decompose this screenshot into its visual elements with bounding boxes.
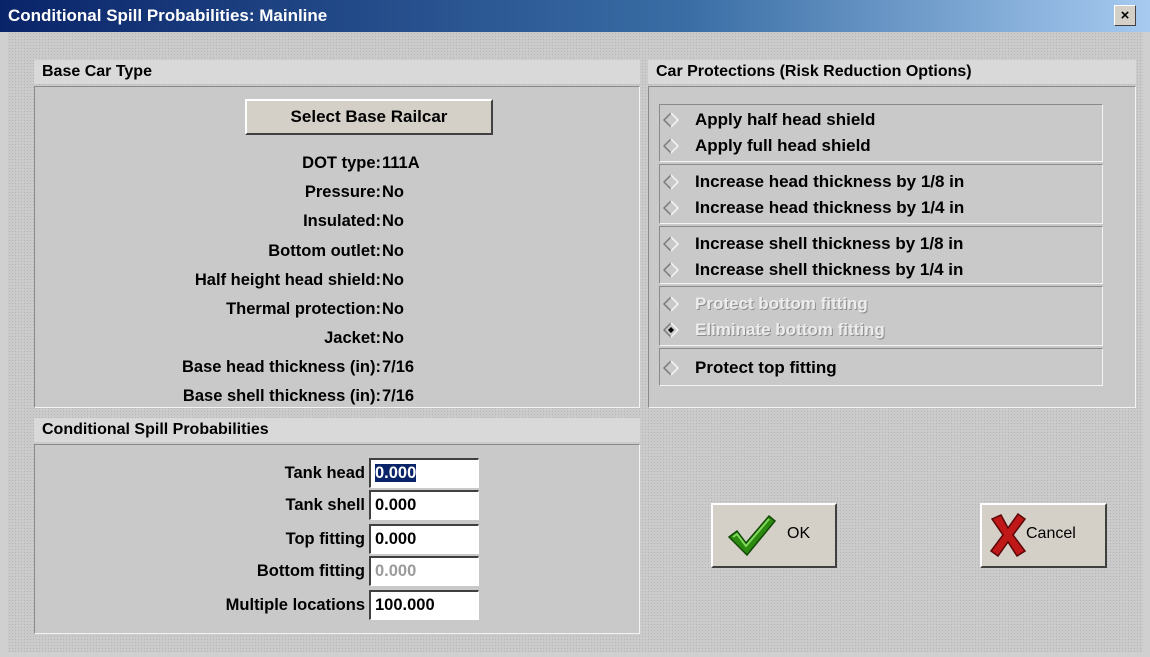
probability-label: Multiple locations bbox=[225, 596, 365, 614]
protection-option-label: Increase head thickness by 1/8 in bbox=[695, 172, 965, 191]
probabilities-header-label: Conditional Spill Probabilities bbox=[42, 421, 269, 438]
close-icon: × bbox=[1120, 7, 1130, 24]
property-value: No bbox=[382, 183, 404, 201]
protections-header: Car Protections (Risk Reduction Options) bbox=[648, 60, 1136, 84]
cancel-button[interactable]: Cancel bbox=[980, 503, 1107, 568]
property-label: Pressure: bbox=[304, 183, 381, 201]
protection-option-label: Protect bottom fitting bbox=[695, 294, 868, 313]
title-bar: Conditional Spill Probabilities: Mainlin… bbox=[0, 0, 1150, 32]
ok-label: OK bbox=[787, 525, 811, 542]
property-row: Base head thickness (in): 7/16 bbox=[35, 353, 435, 382]
probabilities-header: Conditional Spill Probabilities bbox=[34, 418, 640, 442]
protections-header-label: Car Protections (Risk Reduction Options) bbox=[656, 63, 972, 80]
property-row: Half height head shield: No bbox=[35, 266, 435, 295]
check-icon bbox=[727, 514, 777, 557]
base-car-header-label: Base Car Type bbox=[42, 63, 152, 80]
probability-value: 0.000 bbox=[375, 562, 417, 580]
probability-row: Bottom fitting bbox=[35, 555, 365, 587]
property-row: Thermal protection: No bbox=[35, 295, 435, 324]
property-value: No bbox=[382, 329, 404, 347]
probability-label: Top fitting bbox=[285, 530, 365, 548]
property-row: Bottom outlet: No bbox=[35, 237, 435, 266]
probability-row: Tank shell bbox=[35, 489, 365, 521]
property-row: Pressure: No bbox=[35, 178, 435, 207]
probability-value: 0.000 bbox=[375, 530, 417, 548]
probability-field[interactable]: 0.000 bbox=[369, 490, 479, 520]
probability-field[interactable]: 0.000 bbox=[369, 458, 479, 488]
probability-value: 100.000 bbox=[375, 596, 435, 614]
protection-option-label: Eliminate bottom fitting bbox=[695, 320, 885, 339]
probability-field[interactable]: 0.000 bbox=[369, 524, 479, 554]
property-value: No bbox=[382, 212, 404, 230]
diamond-radio-icon bbox=[663, 322, 679, 338]
diamond-radio-icon bbox=[663, 262, 679, 278]
close-button[interactable]: × bbox=[1114, 5, 1136, 26]
property-row: Jacket: No bbox=[35, 324, 435, 353]
property-label: Insulated: bbox=[303, 212, 381, 230]
property-label: DOT type: bbox=[302, 154, 381, 172]
property-label: Base shell thickness (in): bbox=[182, 387, 381, 405]
probability-value: 0.000 bbox=[375, 464, 417, 482]
property-label: Jacket: bbox=[324, 329, 381, 347]
select-base-railcar-button[interactable]: Select Base Railcar bbox=[245, 99, 493, 135]
ok-button[interactable]: OK bbox=[711, 503, 837, 568]
protection-option-label: Increase shell thickness by 1/8 in bbox=[695, 234, 964, 253]
diamond-radio-icon bbox=[663, 138, 679, 154]
protection-option-label: Increase shell thickness by 1/4 in bbox=[695, 260, 964, 279]
window-title: Conditional Spill Probabilities: Mainlin… bbox=[8, 6, 328, 25]
probabilities-panel: Tank head 0.000 Tank shell 0.000 Top fitting… bbox=[34, 444, 640, 634]
diamond-radio-icon bbox=[663, 174, 679, 190]
probability-value: 0.000 bbox=[375, 496, 417, 514]
probability-field: 0.000 bbox=[369, 556, 479, 586]
dialog-window: Base Car Type Select Base Railcar DOT ty… bbox=[8, 32, 1143, 652]
property-value: 7/16 bbox=[382, 358, 415, 376]
probability-row: Top fitting bbox=[35, 523, 365, 555]
property-value: 7/16 bbox=[382, 387, 415, 405]
property-label: Thermal protection: bbox=[226, 300, 381, 318]
property-row: Insulated: No bbox=[35, 207, 435, 236]
diamond-radio-icon bbox=[663, 112, 679, 128]
cancel-label: Cancel bbox=[1026, 525, 1076, 542]
property-label: Bottom outlet: bbox=[268, 242, 381, 260]
probability-label: Tank shell bbox=[285, 496, 365, 514]
base-car-header: Base Car Type bbox=[34, 60, 640, 84]
probability-label: Tank head bbox=[284, 464, 365, 482]
property-label: Base head thickness (in): bbox=[182, 358, 381, 376]
probability-row: Tank head bbox=[35, 457, 365, 489]
diamond-radio-icon bbox=[663, 236, 679, 252]
property-label: Half height head shield: bbox=[194, 271, 381, 289]
diamond-radio-icon bbox=[663, 296, 679, 312]
probability-field[interactable]: 100.000 bbox=[369, 590, 479, 620]
probability-label: Bottom fitting bbox=[256, 562, 365, 580]
property-value: No bbox=[382, 242, 404, 260]
property-value: No bbox=[382, 300, 404, 318]
property-row: DOT type: 111A bbox=[35, 149, 435, 178]
probability-row: Multiple locations bbox=[35, 589, 365, 621]
property-value: No bbox=[382, 271, 404, 289]
protections-panel: Apply half head shield Apply full head sh… bbox=[648, 86, 1136, 408]
select-base-railcar-label: Select Base Railcar bbox=[290, 107, 448, 126]
diamond-radio-icon bbox=[663, 200, 679, 216]
protection-option-label: Protect top fitting bbox=[695, 358, 837, 377]
protection-option-label: Apply full head shield bbox=[695, 136, 871, 155]
x-icon bbox=[989, 513, 1027, 557]
property-value: 111A bbox=[382, 154, 420, 172]
base-car-panel: Select Base Railcar DOT type: 111A Pressur… bbox=[34, 86, 640, 408]
property-row: Base shell thickness (in): 7/16 bbox=[35, 382, 435, 411]
protection-option-label: Apply half head shield bbox=[695, 110, 876, 129]
diamond-radio-icon bbox=[663, 360, 679, 376]
protection-option-label: Increase head thickness by 1/4 in bbox=[695, 198, 965, 217]
